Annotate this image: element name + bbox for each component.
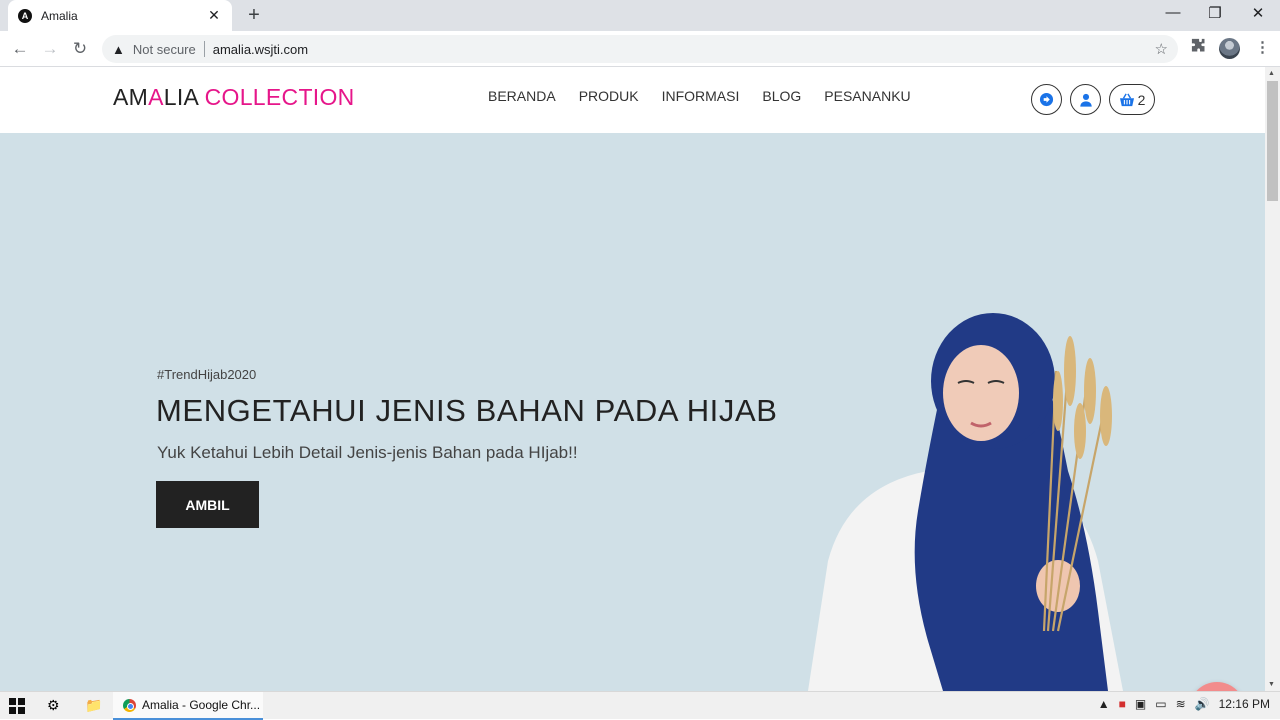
forward-arrow-icon[interactable]: → — [38, 37, 62, 61]
clock[interactable]: 12:16 PM — [1219, 697, 1270, 711]
site-logo[interactable]: AMALIA COLLECTION — [113, 84, 355, 111]
warning-icon: ▲ — [112, 41, 125, 57]
hero-model-image — [808, 313, 1123, 691]
logo-text-4: COLLECTION — [204, 84, 355, 110]
minimize-icon[interactable]: — — [1163, 4, 1183, 21]
windows-start-icon[interactable] — [9, 698, 25, 717]
nav-produk[interactable]: PRODUK — [579, 88, 639, 104]
user-icon — [1079, 93, 1092, 107]
tray-battery-icon[interactable]: ▭ — [1155, 697, 1166, 711]
ambil-button[interactable]: AMBIL — [156, 481, 259, 528]
hero-subline: Yuk Ketahui Lebih Detail Jenis-jenis Bah… — [157, 443, 578, 462]
nav-informasi[interactable]: INFORMASI — [662, 88, 740, 104]
cart-button[interactable]: 2 — [1109, 84, 1155, 115]
file-explorer-icon[interactable]: 📁 — [85, 697, 102, 714]
new-tab-button[interactable]: + — [244, 4, 264, 27]
tab-title: Amalia — [41, 8, 78, 23]
taskbar-chrome-window[interactable]: Amalia - Google Chr... — [113, 692, 263, 720]
chrome-logo-icon — [123, 698, 136, 712]
address-bar[interactable]: ▲ Not secure amalia.wsjti.com ☆ — [102, 35, 1178, 63]
site-favicon-icon: A — [18, 8, 32, 23]
settings-app-icon[interactable]: ⚙ — [47, 697, 60, 714]
scroll-thumb[interactable] — [1267, 81, 1278, 201]
cart-count: 2 — [1137, 91, 1146, 108]
extensions-puzzle-icon[interactable] — [1191, 38, 1207, 58]
system-tray: ▲ ■ ▣ ▭ ≋ 🔊 12:16 PM — [1098, 697, 1270, 711]
profile-avatar[interactable] — [1219, 38, 1240, 59]
nav-blog[interactable]: BLOG — [762, 88, 801, 104]
restore-icon[interactable]: ❐ — [1205, 4, 1225, 22]
tray-app-icon[interactable]: ▲ — [1098, 697, 1110, 711]
sign-in-icon — [1039, 92, 1054, 107]
main-nav: BERANDA PRODUK INFORMASI BLOG PESANANKU — [488, 88, 911, 104]
divider — [203, 41, 205, 57]
tray-volume-icon[interactable]: 🔊 — [1195, 697, 1210, 711]
tray-display-icon[interactable]: ▣ — [1135, 697, 1146, 711]
page-viewport: AMALIA COLLECTION BERANDA PRODUK INFORMA… — [0, 67, 1265, 691]
hero-headline: MENGETAHUI JENIS BAHAN PADA HIJAB — [156, 393, 778, 428]
site-header: AMALIA COLLECTION BERANDA PRODUK INFORMA… — [0, 67, 1265, 133]
basket-icon — [1119, 93, 1134, 106]
taskbar-chrome-label: Amalia - Google Chr... — [142, 698, 261, 712]
tray-wifi-icon[interactable]: ≋ — [1176, 697, 1186, 711]
account-button[interactable] — [1070, 84, 1101, 115]
reload-icon[interactable]: ↻ — [68, 37, 92, 61]
header-actions: 2 — [1031, 84, 1155, 115]
tray-antivirus-icon[interactable]: ■ — [1119, 697, 1126, 711]
os-taskbar: ⚙ 📁 Amalia - Google Chr... ▲ ■ ▣ ▭ ≋ 🔊 1… — [0, 691, 1280, 720]
bookmark-star-icon[interactable]: ☆ — [1155, 40, 1168, 58]
menu-kebab-icon[interactable]: ⋮ — [1255, 38, 1270, 56]
nav-beranda[interactable]: BERANDA — [488, 88, 556, 104]
browser-toolbar: ← → ↻ ▲ Not secure amalia.wsjti.com ☆ ⋮ — [0, 31, 1280, 67]
url-text[interactable]: amalia.wsjti.com — [213, 42, 308, 57]
not-secure-label[interactable]: Not secure — [133, 42, 196, 57]
hero-hashtag: #TrendHijab2020 — [157, 367, 257, 382]
nav-pesananku[interactable]: PESANANKU — [824, 88, 910, 104]
logo-text-2: A — [148, 84, 164, 110]
back-arrow-icon[interactable]: ← — [8, 37, 32, 61]
chat-widget-button[interactable] — [1189, 682, 1245, 691]
scroll-up-arrow-icon[interactable]: ▲ — [1268, 70, 1275, 77]
tab-close-icon[interactable]: ✕ — [206, 7, 222, 24]
scroll-down-arrow-icon[interactable]: ▼ — [1268, 681, 1275, 688]
browser-tab[interactable]: A Amalia ✕ — [8, 0, 232, 31]
logo-text-1: AM — [113, 84, 149, 110]
page-scrollbar[interactable]: ▲ ▼ — [1265, 67, 1280, 691]
login-button[interactable] — [1031, 84, 1062, 115]
close-window-icon[interactable]: ✕ — [1248, 4, 1268, 22]
tab-strip: A Amalia ✕ + — ❐ ✕ — [0, 0, 1280, 31]
hero-banner: #TrendHijab2020 MENGETAHUI JENIS BAHAN P… — [0, 133, 1265, 691]
logo-text-3: LIA — [163, 84, 205, 110]
